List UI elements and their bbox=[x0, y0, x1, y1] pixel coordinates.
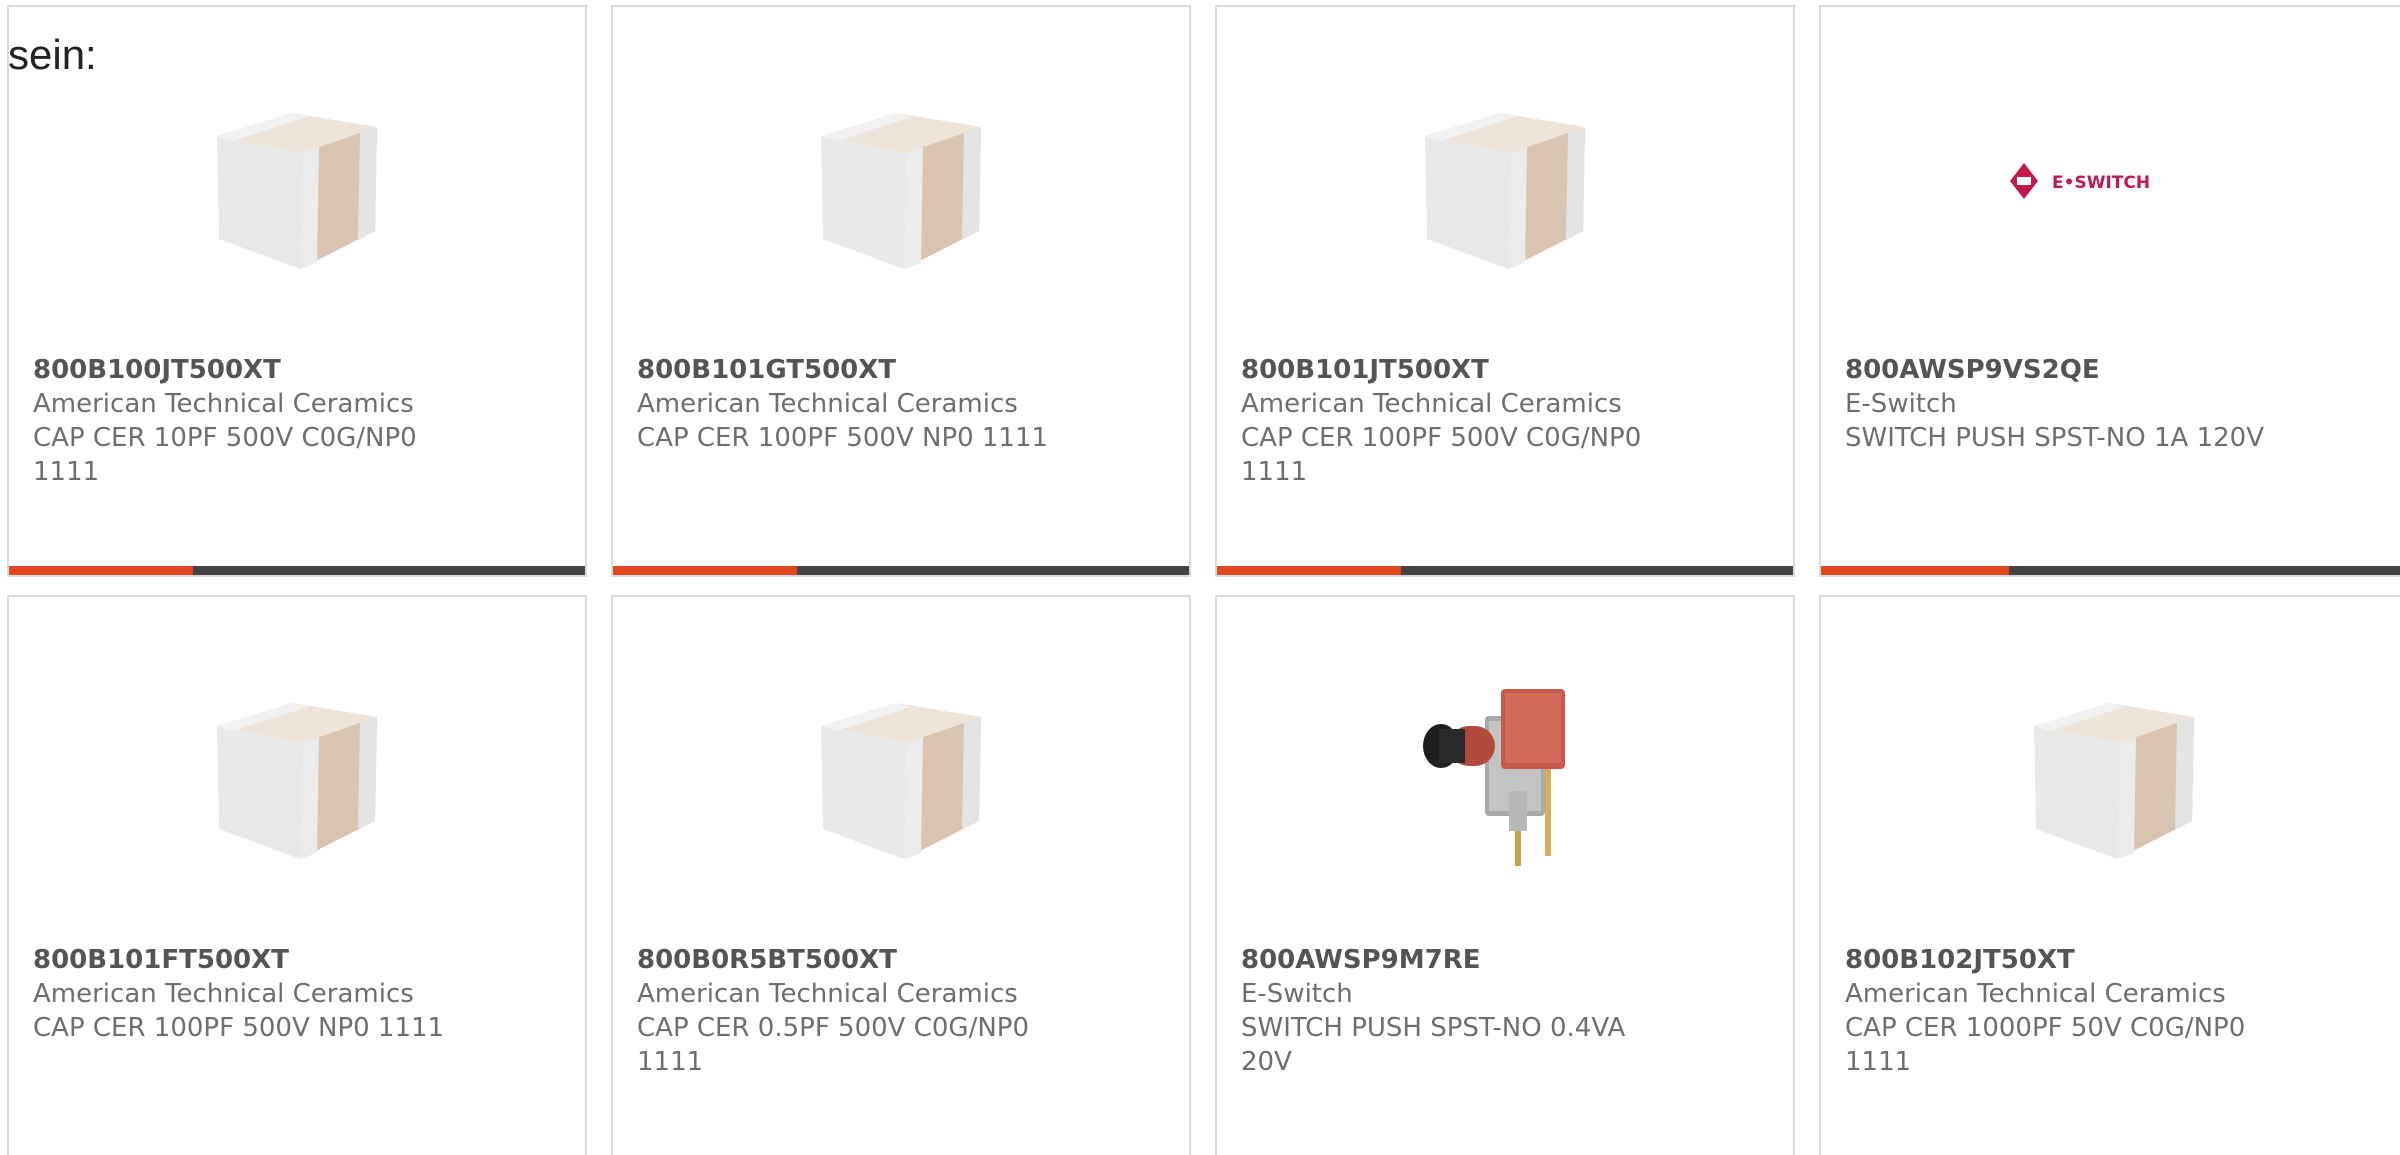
product-card[interactable]: 800AWSP9M7RE E-Switch SWITCH PUSH SPST-N… bbox=[1215, 595, 1795, 1155]
manufacturer: American Technical Ceramics bbox=[33, 979, 414, 1009]
part-number[interactable]: 800B101JT500XT bbox=[1241, 353, 1769, 387]
progress-bar-fill bbox=[1217, 566, 1402, 575]
product-card[interactable]: 800B101GT500XT American Technical Cerami… bbox=[611, 5, 1191, 577]
progress-bar bbox=[1821, 566, 2400, 575]
progress-bar-fill bbox=[9, 566, 194, 575]
product-card[interactable]: E•SWITCH 800AWSP9VS2QE E-Switch SWITCH P… bbox=[1819, 5, 2400, 577]
manufacturer: American Technical Ceramics bbox=[1241, 389, 1622, 419]
progress-bar bbox=[1217, 566, 1793, 575]
product-description: SWITCH PUSH SPST-NO 0.4VA 20V bbox=[1241, 1013, 1626, 1077]
part-number[interactable]: 800AWSP9VS2QE bbox=[1845, 353, 2383, 387]
product-description: CAP CER 100PF 500V C0G/NP0 1111 bbox=[1241, 423, 1642, 487]
header-text-fragment: sein: bbox=[8, 31, 97, 78]
manufacturer: American Technical Ceramics bbox=[1845, 979, 2226, 1009]
logo-text: E•SWITCH bbox=[2052, 173, 2150, 193]
product-card[interactable]: 800B102JT50XT American Technical Ceramic… bbox=[1819, 595, 2400, 1155]
product-grid-page: sein: 800B100JT500XT American Technical … bbox=[0, 0, 2400, 1155]
manufacturer: E-Switch bbox=[1845, 389, 1957, 419]
ceramic-capacitor-image bbox=[197, 81, 397, 281]
push-switch-image bbox=[1405, 671, 1605, 871]
progress-bar-fill bbox=[1821, 566, 2009, 575]
part-number[interactable]: 800B100JT500XT bbox=[33, 353, 561, 387]
part-number[interactable]: 800AWSP9M7RE bbox=[1241, 943, 1769, 977]
product-card[interactable]: 800B101FT500XT American Technical Cerami… bbox=[7, 595, 587, 1155]
product-card[interactable]: 800B0R5BT500XT American Technical Cerami… bbox=[611, 595, 1191, 1155]
manufacturer: American Technical Ceramics bbox=[637, 979, 1018, 1009]
manufacturer: American Technical Ceramics bbox=[33, 389, 414, 419]
progress-bar-fill bbox=[613, 566, 798, 575]
part-number[interactable]: 800B101GT500XT bbox=[637, 353, 1165, 387]
product-card[interactable]: 800B101JT500XT American Technical Cerami… bbox=[1215, 5, 1795, 577]
product-description: CAP CER 100PF 500V NP0 1111 bbox=[33, 1013, 445, 1043]
part-number[interactable]: 800B102JT50XT bbox=[1845, 943, 2383, 977]
ceramic-capacitor-image bbox=[197, 671, 397, 871]
product-description: SWITCH PUSH SPST-NO 1A 120V bbox=[1845, 423, 2264, 453]
product-description: CAP CER 100PF 500V NP0 1111 bbox=[637, 423, 1049, 453]
ceramic-capacitor-image bbox=[1405, 81, 1605, 281]
part-number[interactable]: 800B101FT500XT bbox=[33, 943, 561, 977]
product-description: CAP CER 0.5PF 500V C0G/NP0 1111 bbox=[637, 1013, 1029, 1077]
ceramic-capacitor-image bbox=[801, 81, 1001, 281]
e-switch-logo: E•SWITCH bbox=[2004, 81, 2224, 281]
manufacturer: E-Switch bbox=[1241, 979, 1353, 1009]
ceramic-capacitor-image bbox=[2014, 671, 2214, 871]
part-number[interactable]: 800B0R5BT500XT bbox=[637, 943, 1165, 977]
ceramic-capacitor-image bbox=[801, 671, 1001, 871]
progress-bar bbox=[613, 566, 1189, 575]
manufacturer: American Technical Ceramics bbox=[637, 389, 1018, 419]
progress-bar bbox=[9, 566, 585, 575]
product-description: CAP CER 1000PF 50V C0G/NP0 1111 bbox=[1845, 1013, 2246, 1077]
product-card[interactable]: 800B100JT500XT American Technical Cerami… bbox=[7, 5, 587, 577]
product-description: CAP CER 10PF 500V C0G/NP0 1111 bbox=[33, 423, 417, 487]
